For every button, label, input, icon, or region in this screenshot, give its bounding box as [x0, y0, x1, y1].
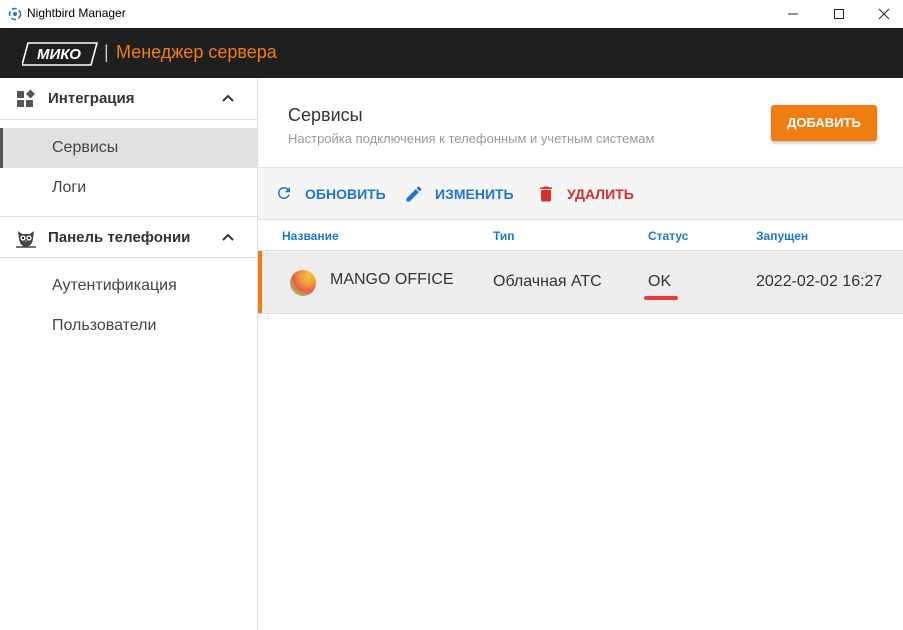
main-content: Сервисы Настройка подключения к телефонн… [258, 78, 903, 630]
sidebar: Интеграция Сервисы Логи Панель телефонии… [0, 78, 258, 630]
nightbird-app-icon [8, 7, 22, 21]
maximize-button[interactable] [816, 0, 862, 28]
toolbar: ОБНОВИТЬ ИЗМЕНИТЬ УДАЛИТЬ [258, 168, 903, 220]
sidebar-item-label: Логи [52, 179, 87, 196]
page-title: Сервисы [288, 105, 363, 125]
window-title: Nightbird Manager [27, 6, 126, 20]
sidebar-item-authentication[interactable]: Аутентификация [0, 266, 257, 306]
sidebar-section-telephony[interactable]: Панель телефонии [0, 216, 257, 258]
maximize-icon [834, 9, 844, 19]
table-row[interactable]: MANGO OFFICE Облачная АТС OK 2022-02-02 … [258, 250, 903, 314]
mango-office-icon [290, 270, 316, 296]
column-header-name[interactable]: Название [282, 229, 339, 243]
refresh-icon [277, 186, 290, 199]
cell-started: 2022-02-02 16:27 [756, 273, 883, 290]
minimize-icon [788, 13, 798, 15]
add-button[interactable]: ДОБАВИТЬ [771, 105, 877, 141]
sidebar-item-users[interactable]: Пользователи [0, 306, 257, 346]
page-header: Сервисы Настройка подключения к телефонн… [258, 78, 903, 168]
sidebar-item-label: Аутентификация [52, 277, 177, 294]
window-titlebar: Nightbird Manager [0, 0, 903, 28]
column-header-started[interactable]: Запущен [756, 229, 808, 243]
sidebar-item-services[interactable]: Сервисы [0, 128, 257, 168]
cell-type: Облачная АТС [493, 273, 602, 290]
logo-text: МИКО [37, 46, 81, 63]
sidebar-section-integration[interactable]: Интеграция [0, 78, 257, 120]
pencil-icon [406, 186, 422, 202]
sidebar-item-logs[interactable]: Логи [0, 168, 257, 208]
row-selection-indicator [258, 251, 262, 313]
minimize-button[interactable] [770, 0, 816, 28]
section-label-integration: Интеграция [48, 90, 135, 107]
app-title: Менеджер сервера [116, 42, 277, 62]
close-button[interactable] [861, 0, 903, 28]
page-subtitle: Настройка подключения к телефонным и уче… [288, 131, 655, 146]
section-label-telephony: Панель телефонии [48, 229, 191, 246]
cell-name: MANGO OFFICE [330, 271, 454, 288]
trash-icon [540, 186, 552, 202]
header-separator: | [104, 42, 109, 62]
app-header: МИКО | Менеджер сервера [0, 28, 903, 78]
owl-icon [16, 231, 36, 248]
miko-logo: МИКО [22, 42, 98, 66]
status-indicator-underline [644, 296, 678, 300]
edit-label: ИЗМЕНИТЬ [435, 186, 514, 202]
refresh-label: ОБНОВИТЬ [305, 186, 386, 202]
chevron-up-icon[interactable] [221, 93, 235, 103]
cell-status: OK [648, 273, 672, 290]
column-header-status[interactable]: Статус [648, 229, 688, 243]
widgets-icon [17, 89, 35, 107]
close-icon [878, 8, 890, 20]
sidebar-item-label: Сервисы [52, 139, 119, 156]
delete-label: УДАЛИТЬ [567, 186, 634, 202]
sidebar-item-label: Пользователи [52, 317, 157, 334]
chevron-up-icon[interactable] [221, 232, 235, 242]
column-header-type[interactable]: Тип [493, 229, 515, 243]
